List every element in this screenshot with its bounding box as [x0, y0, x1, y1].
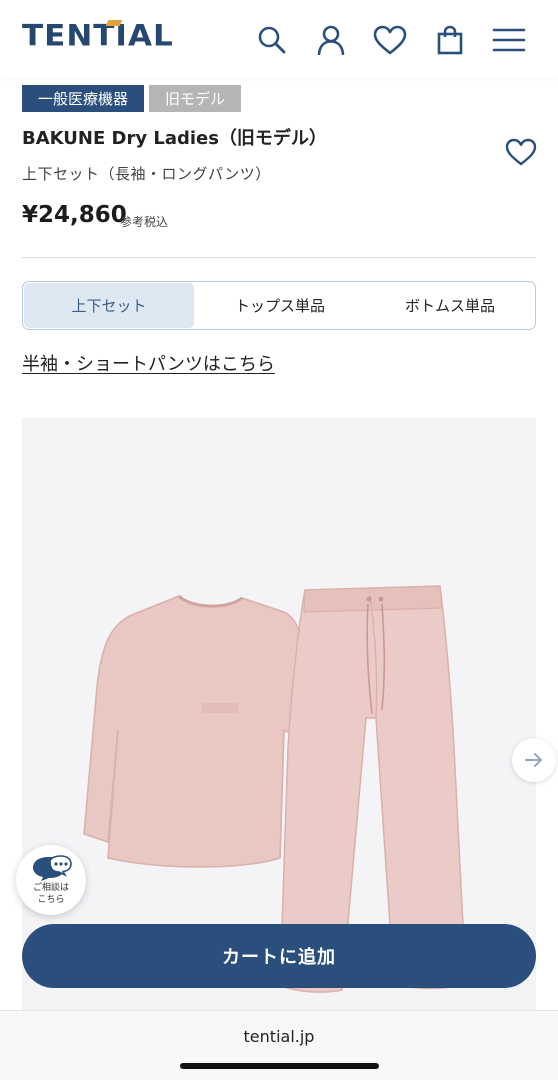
arrow-right-icon	[524, 752, 543, 768]
chat-label-line2: こちら	[37, 895, 65, 905]
variant-selector: 上下セット トップス単品 ボトムス単品	[22, 281, 536, 330]
bag-icon[interactable]	[430, 20, 470, 60]
gallery-next-button[interactable]	[512, 738, 556, 782]
account-icon[interactable]	[311, 20, 351, 60]
chat-bubble-icon	[33, 855, 72, 881]
home-indicator[interactable]	[180, 1063, 379, 1069]
divider	[22, 257, 536, 258]
tax-note: 参考税込	[120, 215, 169, 229]
menu-icon[interactable]	[489, 20, 529, 60]
chat-label-line1: ご相談は	[32, 883, 69, 893]
logo-accent-mark	[105, 20, 123, 26]
product-tags: 一般医療機器 旧モデル	[22, 85, 242, 112]
short-sleeve-link[interactable]: 半袖・ショートパンツはこちら	[22, 350, 275, 376]
favorite-heart-icon[interactable]	[504, 137, 538, 167]
tential-logo[interactable]: TENTIAL	[22, 19, 174, 53]
site-header: TENTIAL	[0, 0, 558, 78]
product-title: BAKUNE Dry Ladies（旧モデル）	[22, 128, 327, 149]
variant-set[interactable]: 上下セット	[24, 283, 194, 328]
medical-device-tag: 一般医療機器	[22, 85, 145, 112]
product-subtitle: 上下セット（長袖・ロングパンツ）	[22, 165, 271, 183]
consultation-chat-button[interactable]: ご相談は こちら	[16, 845, 86, 915]
add-to-cart-button[interactable]: カートに追加	[22, 924, 536, 988]
variant-bottoms[interactable]: ボトムス単品	[365, 282, 535, 329]
search-icon[interactable]	[252, 20, 292, 60]
heart-icon[interactable]	[370, 20, 410, 60]
variant-tops[interactable]: トップス単品	[195, 282, 365, 329]
product-price: ¥24,860	[22, 202, 127, 228]
browser-url[interactable]: tential.jp	[0, 1027, 558, 1046]
old-model-tag: 旧モデル	[149, 85, 242, 112]
